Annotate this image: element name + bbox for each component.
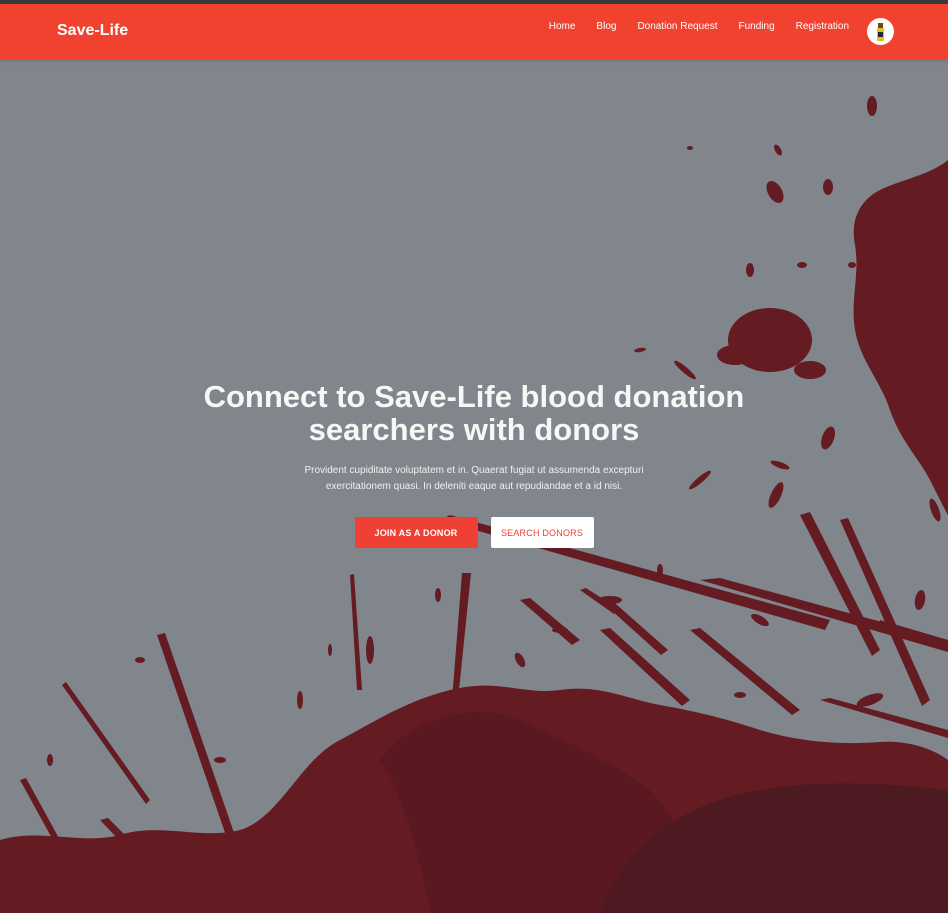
join-as-donor-button[interactable]: JOIN AS A DONOR — [354, 517, 478, 548]
hero-subtitle-line-1: Provident cupiditate voluptatem et in. Q… — [304, 465, 644, 476]
search-donors-button[interactable]: SEARCH DONORS — [490, 517, 594, 548]
nav-funding-link[interactable]: Funding — [739, 21, 775, 32]
nav-blog-link[interactable]: Blog — [596, 21, 616, 32]
hero-title: Connect to Save-Life blood donation sear… — [164, 380, 784, 446]
hero-subtitle-line-2: exercitationem quasi. In deleniti eaque … — [325, 481, 623, 492]
top-navbar: Save-Life Home Blog Donation Request Fun… — [0, 4, 948, 59]
nav-donation-request-link[interactable]: Donation Request — [637, 21, 717, 32]
hero-title-line-2: searchers with donors — [308, 412, 640, 447]
hero-buttons: JOIN AS A DONOR SEARCH DONORS — [0, 517, 948, 548]
user-avatar-icon[interactable] — [867, 18, 894, 45]
main-nav: Home Blog Donation Request Funding Regis… — [549, 21, 849, 32]
hero-title-line-1: Connect to Save-Life blood donation — [203, 379, 745, 414]
brand-logo[interactable]: Save-Life — [57, 22, 128, 40]
hero-subtitle: Provident cupiditate voluptatem et in. Q… — [279, 463, 669, 495]
nav-home-link[interactable]: Home — [549, 21, 576, 32]
hero-section: Connect to Save-Life blood donation sear… — [0, 380, 948, 548]
landing-page: Save-Life Home Blog Donation Request Fun… — [0, 0, 948, 913]
nav-registration-link[interactable]: Registration — [796, 21, 849, 32]
